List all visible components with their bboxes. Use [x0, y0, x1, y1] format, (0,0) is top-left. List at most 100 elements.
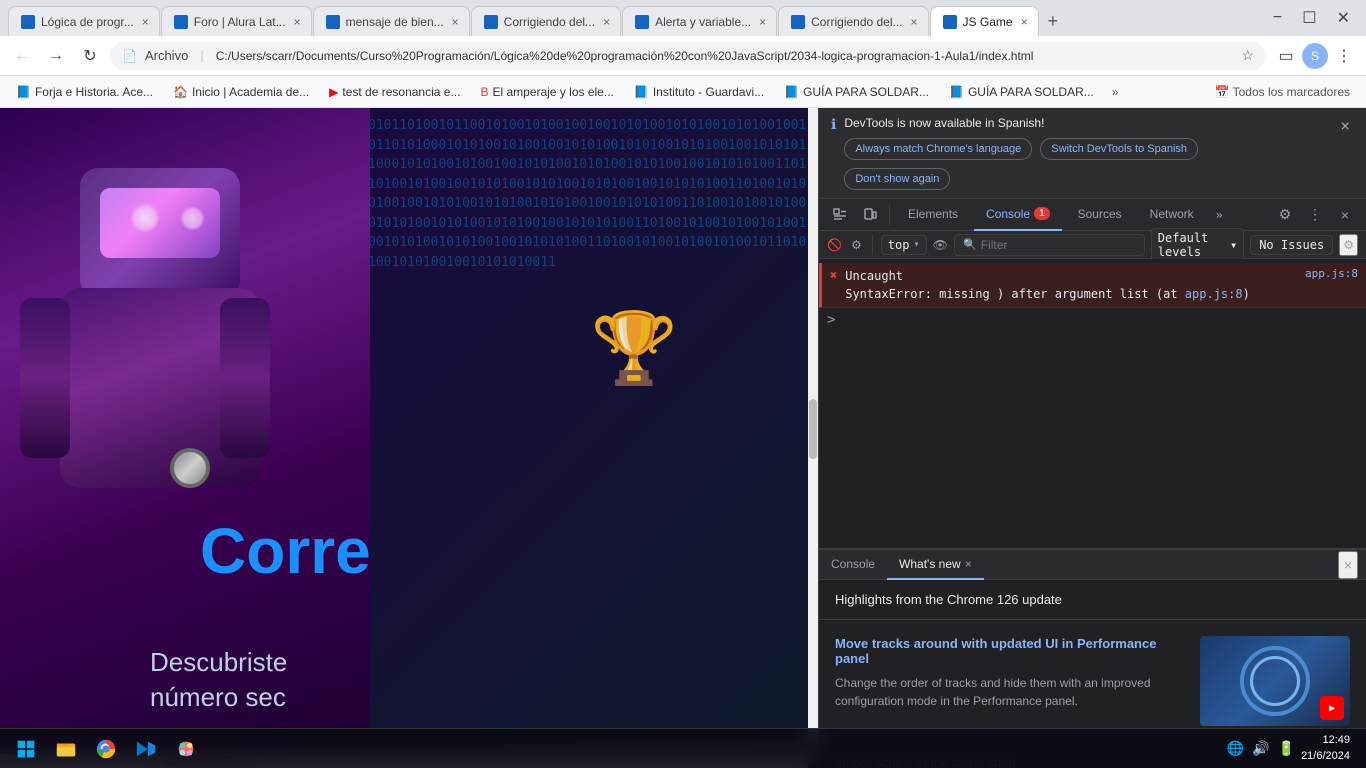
banner-content: DevTools is now available in Spanish! Al… [844, 116, 1328, 190]
main-area: 1100010100110101001101010011010010101001… [0, 108, 1366, 768]
tab-close-4[interactable]: × [601, 13, 612, 31]
minimize-button[interactable]: − [1265, 5, 1290, 31]
match-language-button[interactable]: Always match Chrome's language [844, 138, 1032, 160]
extensions-button[interactable]: ▭ [1272, 42, 1300, 70]
tab-4[interactable]: Corrigiendo del... × [471, 6, 621, 36]
article-1-title[interactable]: Move tracks around with updated UI in Pe… [835, 636, 1188, 666]
bookmark-6-label: GUÍA PARA SOLDAR... [803, 85, 929, 99]
webpage: 1100010100110101001101010011010010101001… [0, 108, 818, 768]
menu-button[interactable]: ⋮ [1330, 42, 1358, 70]
file-explorer-app[interactable] [48, 731, 84, 767]
tab-sources[interactable]: Sources [1066, 199, 1134, 231]
chrome-app[interactable] [88, 731, 124, 767]
tab-console[interactable]: Console 1 [974, 199, 1062, 231]
bookmark-1[interactable]: 📘 Forja e Historia. Ace... [8, 83, 161, 101]
toolbar-separator-1 [889, 205, 890, 225]
app-js-link[interactable]: app.js:8 [1185, 287, 1243, 301]
bookmark-3-label: test de resonancia e... [342, 85, 460, 99]
tab-3[interactable]: mensaje de bien... × [313, 6, 470, 36]
numero-sec-text: número sec [150, 682, 818, 713]
more-tabs-button[interactable]: » [1210, 208, 1229, 222]
bookmarks-more-button[interactable]: » [1106, 83, 1125, 101]
whats-new-close-button[interactable]: × [965, 557, 972, 571]
tab-5[interactable]: Alerta y variable... × [622, 6, 777, 36]
bottom-panel-close-button[interactable]: × [1338, 551, 1358, 579]
robot-arm-left [20, 298, 70, 458]
tab-title-1: Lógica de progr... [41, 15, 134, 29]
correct-text: Corre [200, 514, 818, 588]
bookmark-star-icon[interactable]: ☆ [1241, 47, 1254, 64]
devtools-right-buttons: ⚙ ⋮ × [1272, 202, 1358, 228]
tab-close-3[interactable]: × [450, 13, 461, 31]
back-button[interactable]: ← [8, 42, 36, 70]
tab-close-5[interactable]: × [757, 13, 768, 31]
bookmark-5[interactable]: 📘 Instituto - Guardavi... [626, 83, 772, 101]
filter-input[interactable] [981, 238, 1136, 252]
bookmark-3[interactable]: ▶ test de resonancia e... [321, 83, 468, 101]
context-selector[interactable]: top ▾ [881, 235, 927, 255]
paint-app[interactable] [168, 731, 204, 767]
console-input-caret[interactable]: > [819, 308, 1366, 332]
error-file-ref[interactable]: app.js:8 [1305, 267, 1358, 280]
protocol-label: Archivo [145, 48, 188, 63]
preserve-log-button[interactable]: 👁 [933, 234, 949, 256]
tab-close-7[interactable]: × [1019, 13, 1030, 31]
tab-favicon-4 [484, 15, 498, 29]
filter-input-wrap[interactable]: 🔍 [954, 234, 1145, 256]
bookmark-7[interactable]: 📘 GUÍA PARA SOLDAR... [941, 83, 1102, 101]
new-tab-button[interactable]: + [1040, 7, 1067, 36]
console-toolbar-separator [872, 235, 873, 255]
scrollbar-thumb[interactable] [809, 399, 817, 459]
vertical-scrollbar[interactable] [808, 108, 818, 750]
tab-7[interactable]: JS Game × [930, 6, 1039, 36]
tab-title-4: Corrigiendo del... [504, 15, 595, 29]
tab-title-7: JS Game [963, 15, 1013, 29]
vscode-app[interactable] [128, 731, 164, 767]
bookmark-2[interactable]: 🏠 Inicio | Academia de... [165, 83, 317, 101]
tab-favicon-5 [635, 15, 649, 29]
tab-close-2[interactable]: × [292, 13, 303, 31]
clear-console-button[interactable]: 🚫 [827, 234, 843, 256]
forward-button[interactable]: → [42, 42, 70, 70]
inspect-element-button[interactable] [827, 202, 853, 228]
bottom-tab-whats-new[interactable]: What's new × [887, 550, 984, 580]
switch-to-spanish-button[interactable]: Switch DevTools to Spanish [1040, 138, 1198, 160]
robot-gear [170, 448, 210, 488]
tab-close-1[interactable]: × [140, 13, 151, 31]
bookmark-6[interactable]: 📘 GUÍA PARA SOLDAR... [776, 83, 937, 101]
tab-1[interactable]: Lógica de progr... × [8, 6, 160, 36]
context-dropdown-arrow: ▾ [913, 239, 919, 250]
levels-selector[interactable]: Default levels ▾ [1151, 228, 1244, 262]
close-button[interactable]: ✕ [1329, 4, 1358, 32]
console-entry-error: ✖ Uncaught SyntaxError: missing ) after … [819, 263, 1366, 308]
robot-visor-glow1 [130, 203, 160, 233]
managed-bookmarks-button[interactable]: 📅 Todos los marcadores [1207, 83, 1358, 101]
console-settings-button[interactable]: ⚙ [849, 234, 865, 256]
clock[interactable]: 12:49 21/6/2024 [1301, 733, 1350, 764]
bookmark-4[interactable]: B El amperaje y los ele... [472, 83, 621, 101]
banner-close-button[interactable]: × [1336, 116, 1354, 135]
tab-2[interactable]: Foro | Alura Lat... × [161, 6, 312, 36]
context-label: top [888, 238, 910, 252]
console-gear-button[interactable]: ⚙ [1339, 234, 1358, 256]
reload-button[interactable]: ↻ [76, 42, 104, 70]
profile-button[interactable]: S [1302, 43, 1328, 69]
tab-close-6[interactable]: × [909, 13, 920, 31]
tab-network[interactable]: Network [1138, 199, 1206, 231]
bottom-tabs-bar: Console What's new × × [819, 550, 1366, 580]
tab-title-5: Alerta y variable... [655, 15, 751, 29]
time-display: 12:49 [1301, 733, 1350, 748]
video-play-button[interactable]: ▶ [1320, 696, 1344, 720]
maximize-button[interactable]: ☐ [1294, 4, 1324, 32]
start-button[interactable] [8, 731, 44, 767]
tab-elements[interactable]: Elements [896, 199, 970, 231]
protocol-icon: 📄 [122, 49, 137, 63]
devtools-close-button[interactable]: × [1332, 202, 1358, 228]
bottom-tab-console[interactable]: Console [819, 550, 887, 580]
devtools-settings-button[interactable]: ⚙ [1272, 202, 1298, 228]
dont-show-again-button[interactable]: Don't show again [844, 168, 950, 190]
device-toolbar-button[interactable] [857, 202, 883, 228]
devtools-more-button[interactable]: ⋮ [1302, 202, 1328, 228]
address-bar[interactable]: 📄 Archivo | C:/Users/scarr/Documents/Cur… [110, 42, 1266, 70]
tab-6[interactable]: Corrigiendo del... × [778, 6, 928, 36]
